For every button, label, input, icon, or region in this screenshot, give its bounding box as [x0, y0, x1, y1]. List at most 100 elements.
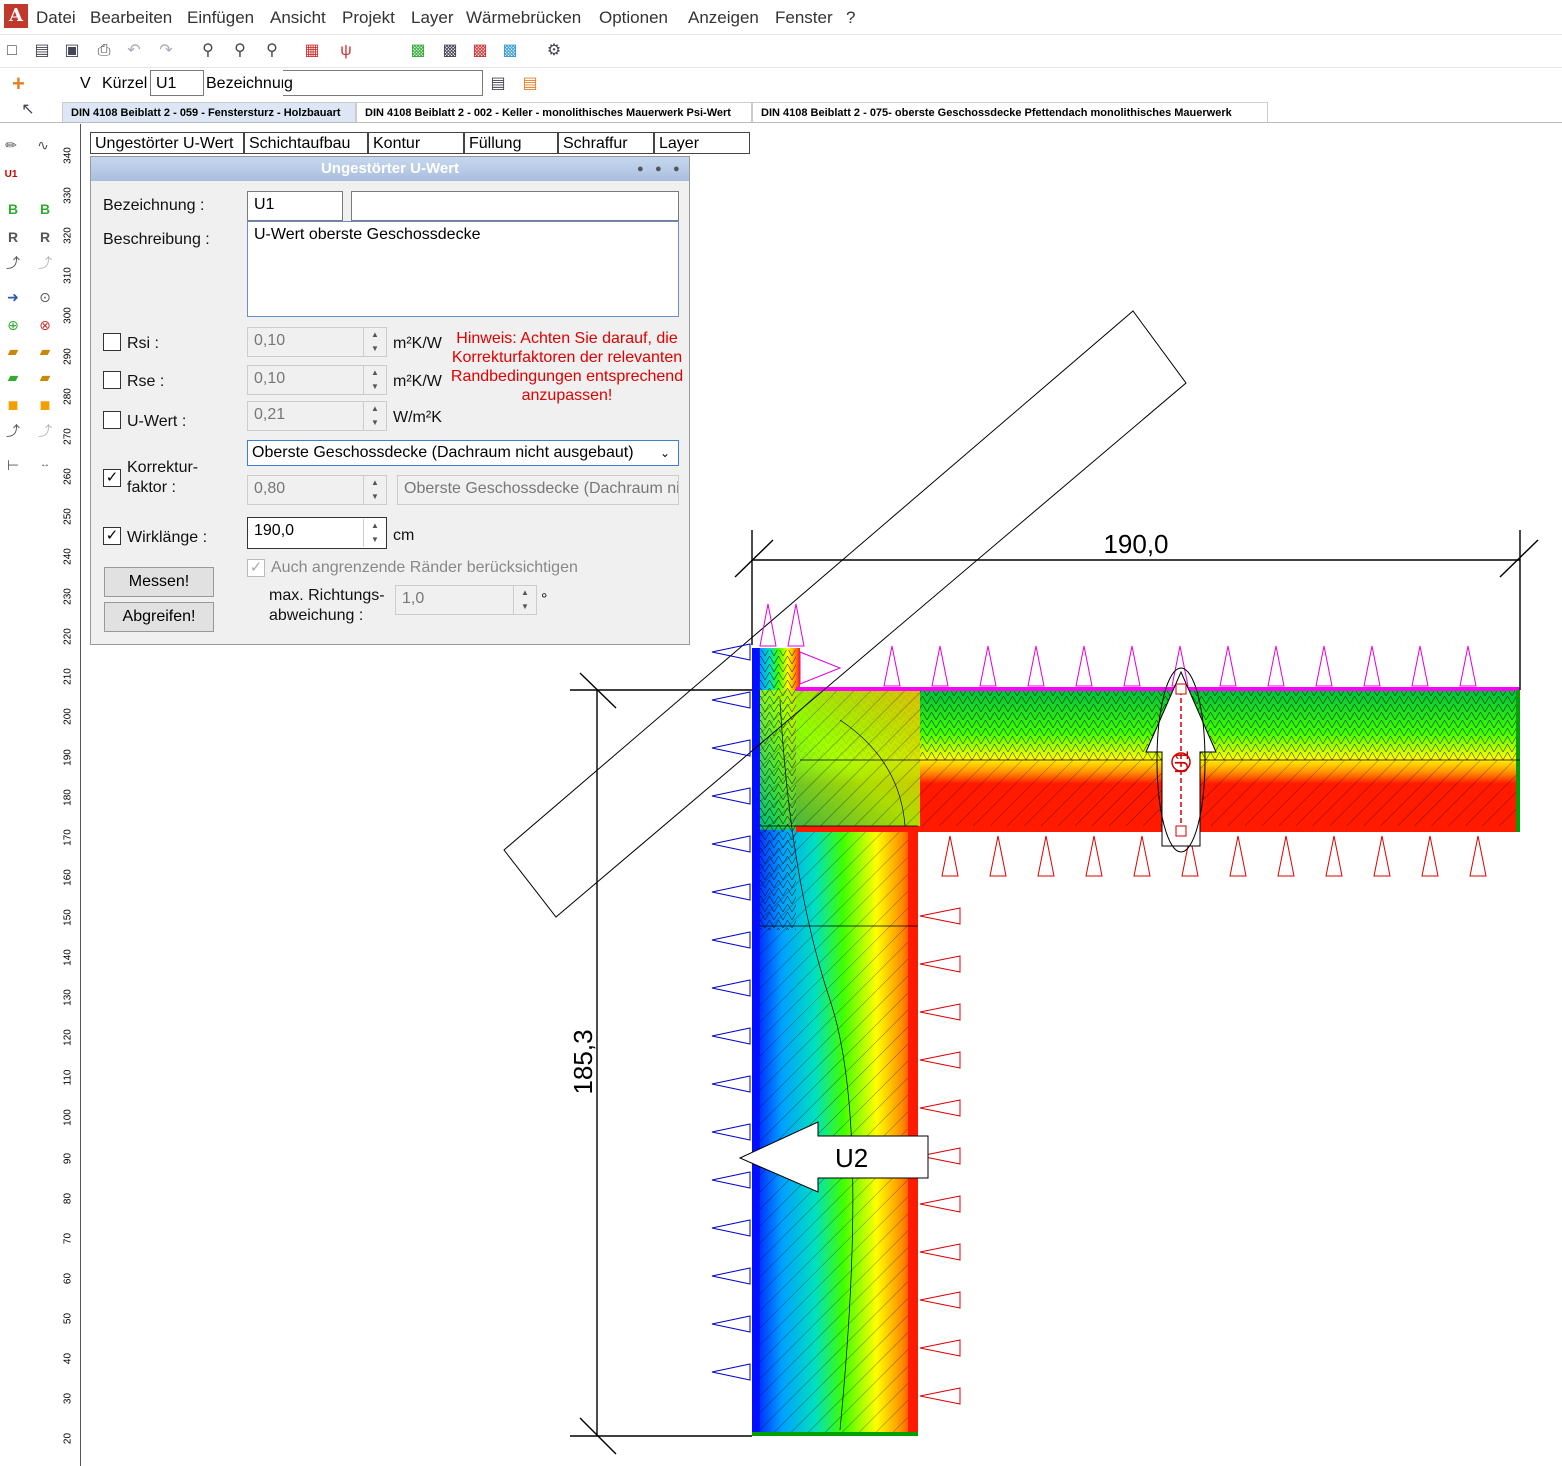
richtung-unit: °: [541, 591, 548, 608]
korrektur-label-2: faktor :: [127, 479, 176, 496]
exterior-arrow: [711, 1027, 751, 1045]
bezeichnung-label: Bezeichnung :: [103, 197, 205, 214]
richtung-label-1: max. Richtungs-: [269, 587, 385, 604]
interior-arrow: [1229, 835, 1247, 877]
interior-arrow: [1133, 835, 1151, 877]
interior-arrow: [1277, 835, 1295, 877]
interior-arrow: [919, 1195, 961, 1213]
pin-icon[interactable]: ●: [637, 163, 644, 175]
dimension-vertical-label: 185,3: [568, 1029, 598, 1094]
beschreibung-textarea[interactable]: U-Wert oberste Geschossdecke: [247, 221, 679, 317]
tab-layer[interactable]: Layer: [654, 132, 750, 154]
tab-schichtaufbau[interactable]: Schichtaufbau: [244, 132, 368, 154]
auch-label: Auch angrenzende Ränder berücksichtigen: [271, 559, 578, 576]
interior-boundary-arrows: [919, 835, 1487, 1405]
close-icon[interactable]: ●: [673, 163, 680, 175]
interior-arrow: [919, 1243, 961, 1261]
wirklaenge-label: Wirklänge :: [127, 529, 208, 546]
rsi-label: Rsi :: [127, 335, 159, 352]
beschreibung-label: Beschreibung :: [103, 231, 210, 248]
interior-arrow: [1469, 835, 1487, 877]
korrektur-checkbox[interactable]: ✓: [103, 469, 121, 487]
exterior-arrow: [711, 883, 751, 901]
abgreifen-button[interactable]: Abgreifen!: [104, 602, 214, 632]
help-icon[interactable]: ●: [655, 163, 662, 175]
roof-arrow: [759, 603, 777, 647]
roof-boundary-arrows: [759, 603, 1477, 687]
messen-button[interactable]: Messen!: [104, 567, 214, 597]
uwert-unit: W/m²K: [393, 409, 442, 426]
interior-arrow: [989, 835, 1007, 877]
bezeichnung-input[interactable]: U1: [247, 191, 343, 221]
roof-arrow: [1267, 645, 1285, 687]
tab-kontur[interactable]: Kontur: [368, 132, 464, 154]
dimension-horizontal-label: 190,0: [1103, 529, 1168, 559]
roof-arrow: [1459, 645, 1477, 687]
roof-arrow: [931, 645, 949, 687]
interior-arrow: [919, 1003, 961, 1021]
interior-arrow: [1373, 835, 1391, 877]
rse-checkbox[interactable]: [103, 371, 121, 389]
exterior-arrow: [711, 1219, 751, 1237]
interior-arrow: [941, 835, 959, 877]
interior-arrow: [1037, 835, 1055, 877]
exterior-arrow: [711, 691, 751, 709]
auch-checkbox[interactable]: ✓: [247, 559, 265, 577]
uwert-label: U-Wert :: [127, 413, 187, 430]
roof-arrow: [1411, 645, 1429, 687]
exterior-arrow: [711, 1075, 751, 1093]
hint-text: Hinweis: Achten Sie darauf, die Korrektu…: [450, 330, 684, 404]
exterior-boundary-arrows: [711, 643, 751, 1381]
uwert-spinner[interactable]: ▲ ▼: [363, 402, 386, 430]
rse-unit: m²K/W: [393, 373, 442, 390]
interior-arrow: [919, 907, 961, 925]
u-wert-dialog: Ungestörter U-Wert ● ● ● Bezeichnung : U…: [90, 156, 690, 645]
exterior-arrow: [711, 931, 751, 949]
roof-arrow: [1123, 645, 1141, 687]
roof-arrow: [1315, 645, 1333, 687]
exterior-arrow: [711, 643, 751, 661]
exterior-arrow: [711, 739, 751, 757]
tab-schraffur[interactable]: Schraffur: [558, 132, 654, 154]
korrektur-description: Oberste Geschossdecke (Dachraum nic: [397, 475, 679, 505]
exterior-arrow: [711, 979, 751, 997]
wirklaenge-spinner[interactable]: ▲ ▼: [363, 519, 386, 547]
exterior-arrow: [711, 1315, 751, 1333]
tab-fuellung[interactable]: Füllung: [464, 132, 558, 154]
randbedingung-select-value: Oberste Geschossdecke (Dachraum nicht au…: [252, 444, 634, 461]
randbedingung-select[interactable]: Oberste Geschossdecke (Dachraum nicht au…: [247, 440, 679, 466]
roof-arrow: [1027, 645, 1045, 687]
roof-arrow: [1363, 645, 1381, 687]
interior-arrow: [919, 1387, 961, 1405]
rse-spinner[interactable]: ▲ ▼: [363, 366, 386, 394]
richtung-spinner[interactable]: ▲ ▼: [513, 586, 536, 614]
exterior-arrow: [711, 787, 751, 805]
exterior-arrow: [711, 1267, 751, 1285]
u2-label: U2: [835, 1143, 868, 1173]
rsi-spinner[interactable]: ▲ ▼: [363, 328, 386, 356]
exterior-arrow: [711, 1363, 751, 1381]
interior-arrow: [1325, 835, 1343, 877]
uwert-checkbox[interactable]: [103, 411, 121, 429]
wirklaenge-checkbox[interactable]: ✓: [103, 527, 121, 545]
interior-arrow: [1421, 835, 1439, 877]
roof-arrow: [787, 603, 805, 647]
dialog-title: Ungestörter U-Wert: [91, 157, 689, 181]
interior-arrow: [919, 1339, 961, 1357]
tab-ungestoerter-u-wert[interactable]: Ungestörter U-Wert: [90, 132, 244, 154]
rsi-unit: m²K/W: [393, 335, 442, 352]
rsi-checkbox[interactable]: [103, 333, 121, 351]
roof-arrow: [1075, 645, 1093, 687]
interior-arrow: [919, 1291, 961, 1309]
korrektur-spinner[interactable]: ▲ ▼: [363, 476, 386, 504]
rse-label: Rse :: [127, 373, 165, 390]
u1-label: U1: [1172, 750, 1192, 773]
interior-arrow: [919, 955, 961, 973]
richtung-label-2: abweichung :: [269, 607, 364, 624]
exterior-arrow: [711, 1123, 751, 1141]
roof-arrow: [883, 645, 901, 687]
roof-arrow: [979, 645, 997, 687]
bezeichnung-input-2[interactable]: [351, 191, 679, 221]
exterior-arrow: [711, 1171, 751, 1189]
chevron-down-icon: ⌄: [659, 446, 670, 460]
